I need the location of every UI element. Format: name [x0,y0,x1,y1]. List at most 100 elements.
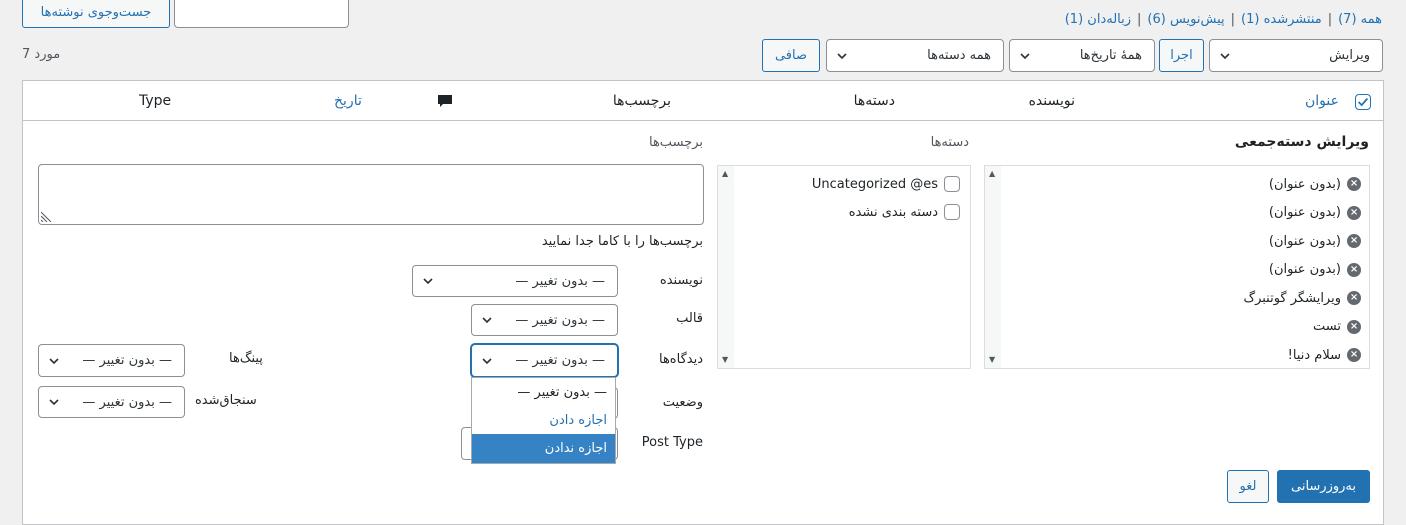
dropdown-option-selected[interactable]: اجازه ندادن [472,434,615,463]
bulk-action-select[interactable]: ویرایش [1209,39,1383,72]
template-value: — بدون تغییر — [515,312,605,328]
pings-select[interactable]: — بدون تغییر — [38,344,185,377]
comments-value: — بدون تغییر — [515,353,605,368]
column-title[interactable]: عنوان [1305,93,1339,109]
list-item[interactable]: Uncategorized @es [736,170,960,198]
sticky-select[interactable]: — بدون تغییر — [38,386,185,418]
author-label: نویسنده [659,273,703,288]
sticky-value: — بدون تغییر — [82,394,172,410]
category-checkbox[interactable] [944,204,960,220]
category-filter-select[interactable]: همه دسته‌ها [826,39,1004,72]
list-item: × (بدون عنوان) [1003,256,1361,285]
post-title: (بدون عنوان) [1268,176,1341,192]
select-all-checkbox[interactable] [1355,94,1371,110]
remove-circle-icon[interactable]: × [1347,205,1361,220]
chevron-down-icon [49,357,59,364]
comments-label: دیدگاه‌ها [658,352,703,367]
list-item: × (بدون عنوان) [1003,199,1361,228]
resize-handle-icon[interactable] [41,210,53,222]
category-checkbox[interactable] [944,176,960,192]
post-type-label: Post Type [641,435,703,450]
status-label: وضعیت [662,395,703,410]
view-published-link[interactable]: منتشرشده (1) [1241,12,1322,27]
scroll-down-icon[interactable]: ▼ [722,356,728,364]
categories-items: Uncategorized @es دسته بندی نشده [718,166,970,226]
scroll-up-icon[interactable]: ▲ [989,170,995,178]
items-count: 7 مورد [22,47,61,62]
bulk-edit-heading: ویرایش دسته‌جمعی [1234,134,1369,150]
separator: | [1230,12,1236,27]
comments-select[interactable]: — بدون تغییر — [471,344,618,377]
tags-help: برچسب‌ها را با کاما جدا نمایید [541,234,703,249]
scroll-down-icon[interactable]: ▼ [989,356,995,364]
chevron-down-icon [482,357,492,364]
chevron-down-icon [423,278,433,285]
cancel-button[interactable]: لغو [1227,470,1269,503]
update-button[interactable]: به‌روزرسانی [1277,470,1370,503]
chevron-down-icon [1020,52,1030,59]
checkmark-icon [1358,97,1369,107]
bulk-posts-list[interactable]: × (بدون عنوان) × (بدون عنوان) × (بدون عن… [984,165,1370,369]
author-select[interactable]: — بدون تغییر — [412,265,618,297]
template-label: قالب [676,311,703,326]
column-categories: دسته‌ها [853,93,895,109]
column-date[interactable]: تاریخ [334,93,362,109]
chevron-down-icon [1220,52,1230,59]
remove-circle-icon[interactable]: × [1347,262,1361,277]
post-title: (بدون عنوان) [1268,233,1341,249]
remove-circle-icon[interactable]: × [1347,234,1361,249]
separator: | [1327,12,1333,27]
tags-label: برچسب‌ها [648,135,703,150]
scrollbar[interactable]: ▲ ▼ [718,166,734,368]
category-filter-value: همه دسته‌ها [927,48,991,63]
categories-label: دسته‌ها [930,135,969,150]
post-title: ویرایشگر گوتنبرگ [1243,290,1341,306]
filter-button[interactable]: صافی [762,39,820,72]
remove-circle-icon[interactable]: × [1347,319,1361,334]
comments-dropdown-list[interactable]: — بدون تغییر — اجازه دادن اجازه ندادن [471,377,616,464]
search-input[interactable] [174,0,349,28]
post-title: سلام دنیا! [1287,347,1341,363]
table-header: عنوان نویسنده دسته‌ها برچسب‌ها تاریخ Typ… [23,81,1383,121]
column-tags: برچسب‌ها [612,93,671,109]
view-drafts-link[interactable]: پیش‌نویس (6) [1147,12,1224,27]
list-item: × ویرایشگر گوتنبرگ [1003,284,1361,313]
bulk-action-value: ویرایش [1329,48,1370,63]
remove-circle-icon[interactable]: × [1347,348,1361,363]
list-item: × سلام دنیا! [1003,341,1361,368]
apply-button[interactable]: اجرا [1159,39,1204,72]
date-filter-select[interactable]: همهٔ تاریخ‌ها [1009,39,1155,72]
date-filter-value: همهٔ تاریخ‌ها [1079,48,1142,63]
categories-checklist[interactable]: Uncategorized @es دسته بندی نشده ▲ ▼ [717,165,971,369]
chevron-down-icon [49,399,59,406]
remove-circle-icon[interactable]: × [1347,177,1361,192]
post-status-filters: همه (7) | منتشرشده (1) | پیش‌نویس (6) | … [1065,12,1382,27]
comment-bubble-icon [438,95,452,107]
separator: | [1137,12,1142,27]
author-value: — بدون تغییر — [515,273,605,289]
template-select[interactable]: — بدون تغییر — [471,304,618,336]
scroll-up-icon[interactable]: ▲ [722,170,728,178]
view-all-link[interactable]: همه (7) [1338,12,1382,27]
post-title: (بدون عنوان) [1268,262,1341,278]
remove-circle-icon[interactable]: × [1347,291,1361,306]
list-item[interactable]: دسته بندی نشده [736,198,960,226]
post-title: تست [1313,319,1341,335]
scrollbar[interactable]: ▲ ▼ [985,166,1001,368]
chevron-down-icon [837,52,847,59]
column-type: Type [139,93,172,109]
search-posts-button[interactable]: جست‌وجوی نوشته‌ها [22,0,170,28]
chevron-down-icon [482,317,492,324]
tags-textarea[interactable] [38,164,704,225]
pings-label: پینگ‌ها [229,351,263,366]
posts-table: عنوان نویسنده دسته‌ها برچسب‌ها تاریخ Typ… [22,80,1384,525]
category-label: دسته بندی نشده [848,204,938,220]
category-label: Uncategorized @es [811,176,938,192]
dropdown-option[interactable]: — بدون تغییر — [472,378,615,406]
bulk-posts-items: × (بدون عنوان) × (بدون عنوان) × (بدون عن… [985,166,1369,368]
column-author: نویسنده [1028,93,1075,109]
sticky-label: سنجاق‌شده [195,393,257,408]
list-item: × تست [1003,313,1361,342]
view-trash-link[interactable]: زباله‌دان (1) [1065,12,1131,27]
dropdown-option[interactable]: اجازه دادن [472,406,615,434]
